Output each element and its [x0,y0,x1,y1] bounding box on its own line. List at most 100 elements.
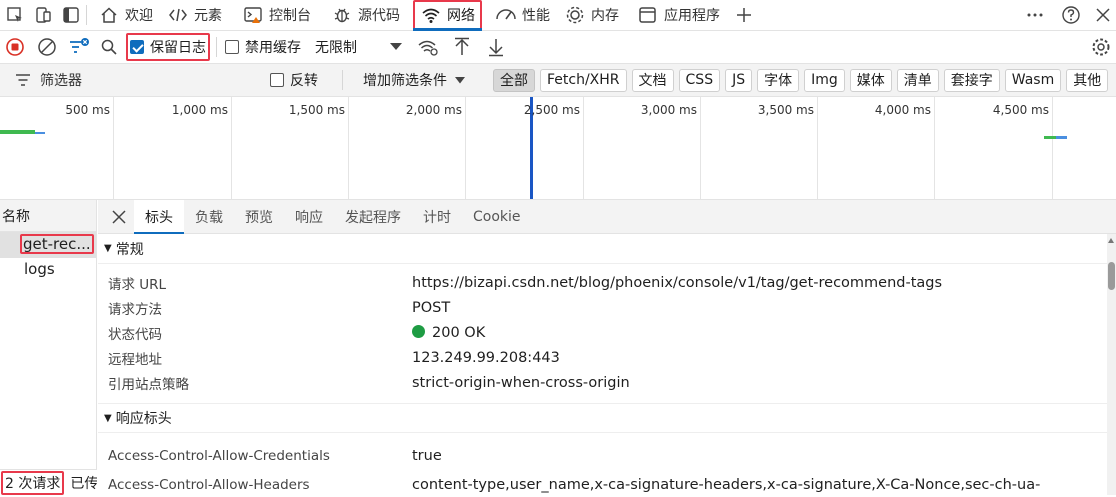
filter-chip[interactable]: 套接字 [943,68,1000,92]
filter-toggle-icon[interactable] [68,36,90,58]
detail-tab[interactable]: Cookie [462,200,532,234]
filter-chip[interactable]: 全部 [493,68,535,92]
clear-icon[interactable] [36,36,58,58]
disable-cache-checkbox[interactable]: 禁用缓存 [221,31,305,64]
header-value[interactable]: content-type,user_name,x-ca-signature-he… [412,477,1116,493]
detail-tab[interactable]: 响应 [284,200,334,234]
timeline-bar-request-1-wait [35,132,45,134]
header-value[interactable]: strict-origin-when-cross-origin [412,375,1116,391]
timeline-tick-label: 2,500 ms [523,103,580,117]
chevron-down-icon [385,36,407,58]
window-icon [637,4,659,26]
scrollbar-thumb[interactable] [1108,262,1115,290]
tab-label: 内存 [591,8,619,24]
record-stop-icon[interactable] [4,36,26,58]
header-row: 引用站点策略 strict-origin-when-cross-origin [98,370,1116,395]
search-icon[interactable] [98,36,120,58]
timeline-gridline [231,97,232,199]
detail-scrollbar[interactable] [1107,234,1116,495]
header-key: 引用站点策略 [108,376,189,393]
section-general[interactable]: ▼ 常规 [98,234,1116,264]
triangle-down-icon: ▼ [104,412,112,424]
timeline-tick-label: 1,500 ms [288,103,345,117]
tab-elements[interactable]: 元素 [160,0,229,31]
invert-label: 反转 [290,73,318,89]
timeline-bar-request-1 [0,130,35,134]
network-settings-gear-icon[interactable] [1090,36,1112,58]
detail-tab[interactable]: 计时 [412,200,462,234]
header-value[interactable]: 123.249.99.208:443 [412,350,1116,366]
detail-tab[interactable]: 发起程序 [334,200,412,234]
request-list: 名称 get-rec... logs [0,200,97,495]
scroll-up-arrow[interactable] [1108,238,1114,243]
request-name: get-rec... [20,234,94,254]
request-row[interactable]: logs [0,258,96,284]
tab-application[interactable]: 应用程序 [630,0,727,31]
timeline-tick-label: 4,000 ms [874,103,931,117]
header-value[interactable]: true [412,448,1116,464]
column-header-name[interactable]: 名称 [0,200,96,232]
status-ok-icon [412,324,425,338]
filter-chip[interactable]: 媒体 [849,68,892,92]
help-icon[interactable] [1060,4,1082,26]
filter-chip[interactable]: Img [804,68,845,92]
detail-tab[interactable]: 标头 [134,199,184,234]
filter-separator [342,70,343,90]
detail-tab[interactable]: 负载 [184,200,234,234]
devtools-tab-bar: 欢迎 元素 控制台 源代码 网络 性能 内存 应用程序 [0,0,1116,31]
header-row: 状态代码 200 OK [98,320,1116,345]
inspect-icon[interactable] [4,4,26,26]
header-value[interactable]: https://bizapi.csdn.net/blog/phoenix/con… [412,275,1116,291]
timeline-gridline [583,97,584,199]
timeline-gridline [817,97,818,199]
invert-checkbox[interactable] [270,73,284,87]
filter-chip[interactable]: 文档 [631,68,674,92]
device-emulation-icon[interactable] [32,4,54,26]
tab-memory[interactable]: 内存 [557,0,626,31]
header-key: Access-Control-Allow-Credentials [108,447,330,464]
tab-label: 网络 [447,8,475,24]
tab-performance[interactable]: 性能 [488,0,557,31]
export-har-icon[interactable] [485,36,507,58]
section-response-headers[interactable]: ▼ 响应标头 [98,403,1116,433]
timeline-gridline [934,97,935,199]
preserve-log-checkbox[interactable]: 保留日志 [126,33,210,61]
tab-welcome[interactable]: 欢迎 [91,0,160,31]
disable-cache-check-icon[interactable] [225,40,239,54]
network-toolbar: 保留日志 禁用缓存 无限制 [0,31,1116,64]
request-row[interactable]: get-rec... [0,232,96,258]
filter-chip[interactable]: CSS [678,68,721,92]
dock-side-icon[interactable] [60,4,82,26]
header-row: Access-Control-Allow-Headers content-type… [98,472,1116,497]
network-conditions-icon[interactable] [417,36,439,58]
chevron-down-icon [449,69,471,91]
tab-sources[interactable]: 源代码 [324,0,407,31]
add-tab-icon[interactable] [733,4,755,26]
section-title: 常规 [115,241,144,258]
filter-chip[interactable]: 字体 [757,68,800,92]
close-icon[interactable] [108,206,130,228]
preserve-log-check-icon[interactable] [130,40,144,54]
close-devtools-icon[interactable] [1092,4,1114,26]
timeline-tick-label: 2,000 ms [405,103,462,117]
more-options-icon[interactable] [1024,4,1046,26]
filter-chip[interactable]: 其他 [1066,68,1109,92]
filter-chip[interactable]: Fetch/XHR [540,68,627,92]
more-filters-dropdown[interactable]: 增加筛选条件 [359,64,475,97]
filter-input[interactable]: 筛选器 [40,70,260,90]
timeline-overview[interactable]: 500 ms 1,000 ms 1,500 ms 2,000 ms 2,500 ms 3,… [0,97,1116,200]
timeline-bar-request-2 [1044,136,1056,139]
timeline-tick-label: 3,000 ms [640,103,697,117]
tab-network[interactable]: 网络 [413,0,482,31]
filter-icon [12,69,34,91]
import-har-icon[interactable] [451,36,473,58]
detail-tab[interactable]: 预览 [234,200,284,234]
tab-console[interactable]: 控制台 [235,0,318,31]
filter-chip[interactable]: 清单 [896,68,939,92]
filter-chip[interactable]: Wasm [1004,68,1062,92]
header-value[interactable]: POST [412,300,1116,316]
throttling-select[interactable]: 无限制 [311,31,411,64]
header-value[interactable]: 200 OK [412,324,1116,341]
filter-chip[interactable]: JS [725,68,753,92]
request-count: 2 次请求 [1,470,65,495]
